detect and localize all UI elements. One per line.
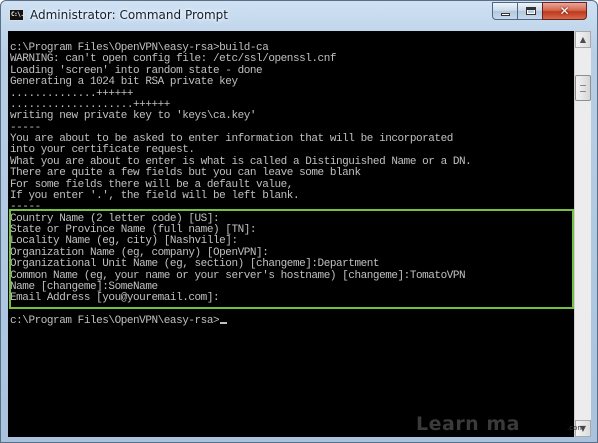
console-line: Email Address [you@youremail.com]: xyxy=(10,292,220,304)
vertical-scrollbar[interactable]: ▲ ▼ xyxy=(574,31,591,437)
close-icon: ✕ xyxy=(559,4,570,18)
title-bar[interactable]: C:\. Administrator: Command Prompt ✕ xyxy=(1,1,597,31)
watermark-logo: Learn ma xyxy=(416,413,520,435)
console-line: into your certificate request. xyxy=(10,144,195,156)
scroll-up-button[interactable]: ▲ xyxy=(575,31,591,48)
console-line: There are quite a few fields but you can… xyxy=(10,167,361,179)
scroll-thumb[interactable] xyxy=(575,75,591,101)
command-prompt-line[interactable]: c:\Program Files\OpenVPN\easy-rsa> xyxy=(10,315,228,327)
console-line: WARNING: can't open config file: /etc/ss… xyxy=(10,53,337,65)
console-line: Locality Name (eg, city) [Nashville]: xyxy=(10,235,238,247)
window-title: Administrator: Command Prompt xyxy=(30,8,228,22)
cmd-app-icon[interactable]: C:\. xyxy=(9,9,24,21)
console-line: Generating a 1024 bit RSA private key xyxy=(10,76,238,88)
maximize-icon xyxy=(526,7,536,15)
command-prompt-window: C:\. Administrator: Command Prompt ✕ c:\… xyxy=(0,0,598,443)
watermark-domain: .com xyxy=(567,424,585,432)
console-line: writing new private key to 'keys\ca.key' xyxy=(10,110,257,122)
text-cursor xyxy=(220,322,228,324)
console-line: Organizational Unit Name (eg, section) [… xyxy=(10,258,380,270)
console-line: If you enter '.', the field will be left… xyxy=(10,190,300,202)
console-output[interactable]: c:\Program Files\OpenVPN\easy-rsa>build-… xyxy=(8,31,574,437)
minimize-icon xyxy=(501,13,510,16)
minimize-button[interactable] xyxy=(492,2,518,20)
prompt-text: c:\Program Files\OpenVPN\easy-rsa> xyxy=(10,315,220,327)
close-button[interactable]: ✕ xyxy=(542,2,587,20)
console-line: ----- xyxy=(10,201,41,213)
maximize-button[interactable] xyxy=(517,2,543,20)
